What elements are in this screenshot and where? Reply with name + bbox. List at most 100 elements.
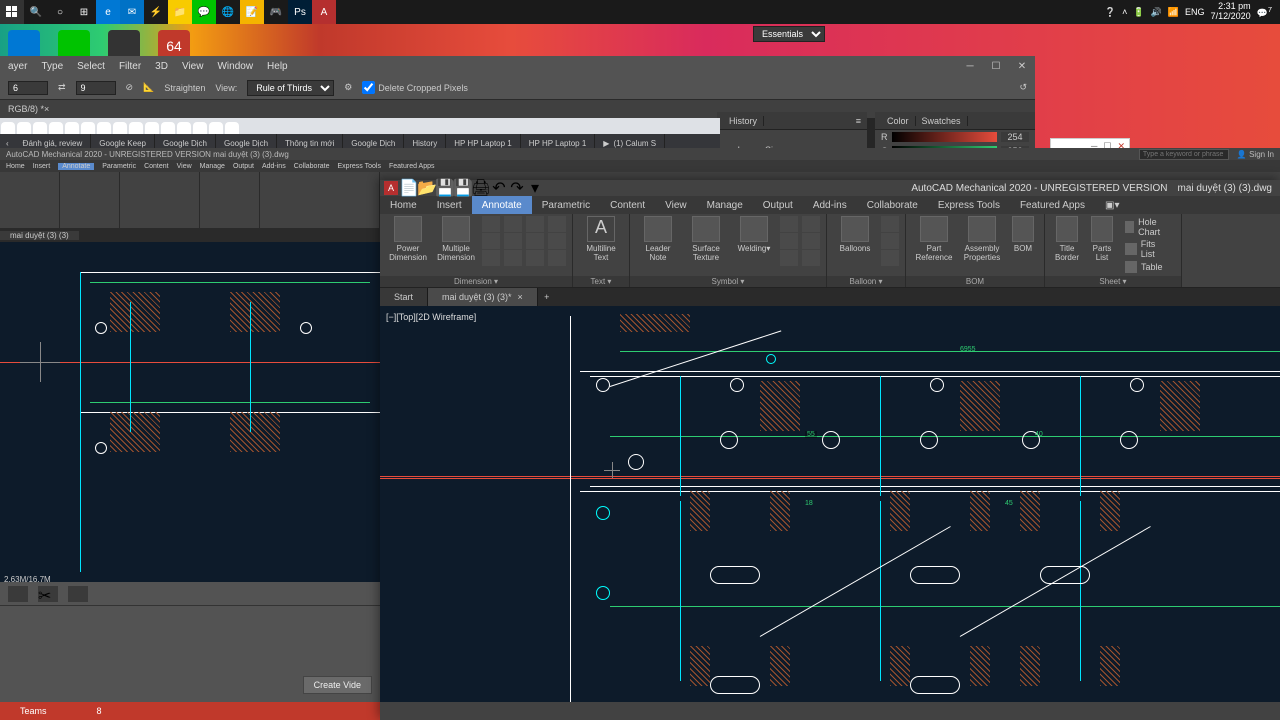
ribbon-small-button[interactable]	[881, 216, 899, 232]
ps-workspace-select[interactable]: Essentials	[753, 26, 825, 42]
acad-menu-item[interactable]: Annotate	[58, 163, 94, 170]
title-border-button[interactable]: Title Border	[1051, 216, 1083, 262]
swap-icon[interactable]: ⇄	[58, 82, 66, 93]
multiline-text-button[interactable]: AMultiline Text	[579, 216, 623, 262]
redo-icon[interactable]: ↷	[510, 181, 524, 195]
ribbon-small-button[interactable]	[802, 233, 820, 249]
acad-menu-item[interactable]: Content	[144, 163, 169, 170]
tab-view[interactable]: View	[655, 196, 697, 214]
ps-crop-h[interactable]	[76, 81, 116, 95]
acad-menu-item[interactable]: Parametric	[102, 163, 136, 170]
assembly-properties-button[interactable]: Assembly Properties	[960, 216, 1004, 262]
tab-express[interactable]: Express Tools	[928, 196, 1010, 214]
chrome-icon[interactable]: 🌐	[216, 0, 240, 24]
acad-menu-item[interactable]: Home	[6, 163, 25, 170]
ribbon-group-label[interactable]: Text ▾	[573, 276, 629, 287]
ribbon-small-button[interactable]	[482, 233, 500, 249]
save-icon[interactable]: 💾	[438, 181, 452, 195]
acad-menu-item[interactable]: Collaborate	[294, 163, 330, 170]
ribbon-group-label[interactable]: BOM	[906, 276, 1044, 287]
photoshop-icon[interactable]: Ps	[288, 0, 312, 24]
acad-canvas[interactable]: [−][Top][2D Wireframe]	[380, 306, 1280, 702]
ps-menu-type[interactable]: Type	[41, 61, 63, 72]
ps-tool-button[interactable]	[8, 586, 28, 602]
tray-clock[interactable]: 2:31 pm7/12/2020	[1211, 2, 1251, 22]
reset-icon[interactable]: ↺	[1019, 82, 1027, 93]
leader-note-button[interactable]: Leader Note	[636, 216, 680, 262]
ribbon-small-button[interactable]	[504, 216, 522, 232]
help-icon[interactable]: ❔	[1105, 7, 1116, 18]
multiple-dimension-button[interactable]: Multiple Dimension	[434, 216, 478, 262]
ribbon-small-button[interactable]	[548, 250, 566, 266]
acad-menu-item[interactable]: Featured Apps	[389, 163, 435, 170]
tab-insert[interactable]: Insert	[427, 196, 472, 214]
ps-maximize-button[interactable]: ☐	[983, 56, 1009, 76]
ps-menu-select[interactable]: Select	[77, 61, 105, 72]
ps-history-tab[interactable]: History	[723, 116, 764, 126]
start-button[interactable]	[0, 0, 24, 24]
power-dimension-button[interactable]: Power Dimension	[386, 216, 430, 262]
gear-icon[interactable]: ⚙	[344, 82, 352, 93]
clear-icon[interactable]: ⊘	[126, 82, 134, 93]
ps-close-button[interactable]: ✕	[1009, 56, 1035, 76]
ps-crop-w[interactable]	[8, 81, 48, 95]
ps-menu-filter[interactable]: Filter	[119, 61, 141, 72]
ribbon-small-button[interactable]	[780, 233, 798, 249]
acad-app-icon[interactable]: A	[384, 181, 398, 195]
ribbon-small-button[interactable]	[780, 216, 798, 232]
search-icon[interactable]: 🔍	[24, 0, 48, 24]
fits-list-button[interactable]: Fits List	[1121, 238, 1175, 260]
new-icon[interactable]: 📄	[402, 181, 416, 195]
ps-overlay-select[interactable]: Rule of Thirds	[247, 80, 334, 96]
ps-menu-help[interactable]: Help	[267, 61, 288, 72]
acad-menu-item[interactable]: Add-ins	[262, 163, 286, 170]
r-value[interactable]: 254	[1001, 132, 1029, 142]
edge-icon[interactable]: e	[96, 0, 120, 24]
ribbon-small-button[interactable]	[548, 233, 566, 249]
ps-swatches-tab[interactable]: Swatches	[916, 116, 968, 126]
app-icon[interactable]: 🎮	[264, 0, 288, 24]
ps-menu-view[interactable]: View	[182, 61, 204, 72]
volume-icon[interactable]: 🔊	[1151, 7, 1162, 18]
tab-parametric[interactable]: Parametric	[532, 196, 600, 214]
ps-color-tab[interactable]: Color	[881, 116, 916, 126]
tab-featured[interactable]: Featured Apps	[1010, 196, 1095, 214]
ps-tool-button[interactable]	[68, 586, 88, 602]
panel-menu-icon[interactable]: ≡	[856, 116, 861, 126]
scissors-icon[interactable]: ✂	[38, 586, 58, 602]
ps-straighten[interactable]: Straighten	[164, 83, 205, 93]
qat-more-icon[interactable]: ▾	[528, 181, 542, 195]
doctab-start[interactable]: Start	[380, 288, 428, 306]
tray-lang[interactable]: ENG	[1185, 7, 1205, 17]
bom-button[interactable]: BOM	[1008, 216, 1038, 253]
tab-annotate[interactable]: Annotate	[472, 196, 532, 214]
ribbon-small-button[interactable]	[881, 250, 899, 266]
saveas-icon[interactable]: 💾	[456, 181, 470, 195]
ps-create-video-button[interactable]: Create Vide	[303, 676, 372, 694]
ribbon-group-label[interactable]: Sheet ▾	[1045, 276, 1181, 287]
tab-content[interactable]: Content	[600, 196, 655, 214]
tab-manage[interactable]: Manage	[697, 196, 753, 214]
tab-home[interactable]: Home	[380, 196, 427, 214]
ribbon-group-label[interactable]: Symbol ▾	[630, 276, 826, 287]
battery-icon[interactable]: 🔋	[1133, 7, 1144, 18]
ribbon-small-button[interactable]	[802, 250, 820, 266]
wifi-icon[interactable]: 📶	[1168, 7, 1179, 18]
tab-addins[interactable]: Add-ins	[803, 196, 857, 214]
line-icon[interactable]: 💬	[192, 0, 216, 24]
acad-menu-item[interactable]: View	[177, 163, 192, 170]
doctab-add[interactable]: +	[538, 292, 556, 302]
keep-icon[interactable]: 📝	[240, 0, 264, 24]
ribbon-small-button[interactable]	[526, 250, 544, 266]
ribbon-small-button[interactable]	[504, 250, 522, 266]
parts-list-button[interactable]: Parts List	[1087, 216, 1117, 262]
autocad-icon[interactable]: A	[312, 0, 336, 24]
tab-collaborate[interactable]: Collaborate	[857, 196, 928, 214]
ribbon-small-button[interactable]	[504, 233, 522, 249]
part-reference-button[interactable]: Part Reference	[912, 216, 956, 262]
ribbon-small-button[interactable]	[482, 216, 500, 232]
ps-menu-3d[interactable]: 3D	[155, 61, 168, 72]
chevron-up-icon[interactable]: ˄	[1122, 7, 1127, 17]
undo-icon[interactable]: ↶	[492, 181, 506, 195]
ribbon-small-button[interactable]	[881, 233, 899, 249]
